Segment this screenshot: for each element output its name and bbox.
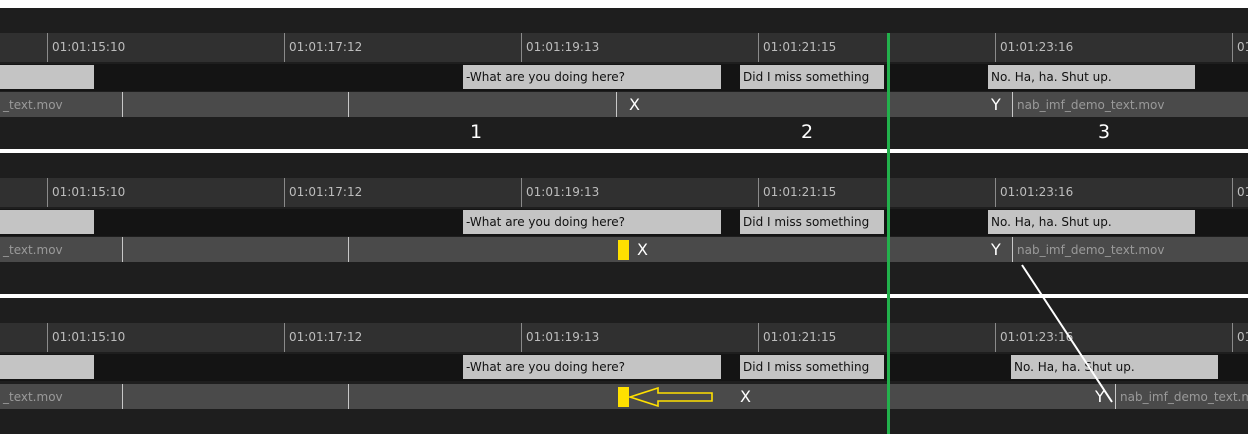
timecode-label: 01:01:23:16 [1000, 40, 1074, 54]
timecode-label: 01: [1237, 40, 1248, 54]
clip-divider[interactable] [1012, 237, 1013, 262]
ruler-tick [47, 178, 48, 207]
ruler-tick [284, 323, 285, 352]
timecode-label: 01: [1237, 185, 1248, 199]
ruler-tick [1232, 33, 1233, 62]
section-number: 3 [1098, 121, 1111, 143]
subtitle-track: -What are you doing here? Did I miss som… [0, 209, 1248, 236]
clip-label: nab_imf_demo_text.mov [1017, 98, 1165, 112]
timecode-label: 01:01:19:13 [526, 330, 600, 344]
ruler-tick [521, 178, 522, 207]
clip-divider[interactable] [1012, 92, 1013, 117]
video-track: _text.mov X Y nab_imf_demo_text.mov [0, 384, 1248, 409]
ruler-tick [47, 33, 48, 62]
clip-label: _text.mov [3, 243, 63, 257]
highlight-marker [618, 240, 629, 260]
timecode-label: 01:01:17:12 [289, 330, 363, 344]
marker-y: Y [991, 95, 1001, 114]
left-arrow-icon [628, 387, 713, 407]
subtitle-clip[interactable] [0, 65, 94, 89]
ruler-tick [995, 323, 996, 352]
ruler-tick [284, 178, 285, 207]
timecode-label: 01:01:15:10 [52, 330, 126, 344]
subtitle-clip[interactable]: No. Ha, ha. Shut up. [988, 65, 1195, 89]
timecode-ruler[interactable]: 01:01:15:10 01:01:17:12 01:01:19:13 01:0… [0, 178, 1248, 207]
subtitle-clip[interactable] [0, 355, 94, 379]
timecode-label: 01:01:23:16 [1000, 330, 1074, 344]
timecode-ruler[interactable]: 01:01:15:10 01:01:17:12 01:01:19:13 01:0… [0, 33, 1248, 62]
timecode-label: 01:01:21:15 [763, 185, 837, 199]
subtitle-clip[interactable]: Did I miss something [740, 210, 884, 234]
ruler-tick [758, 323, 759, 352]
video-track: _text.mov X Y nab_imf_demo_text.mov [0, 92, 1248, 117]
video-track: _text.mov X Y nab_imf_demo_text.mov [0, 237, 1248, 262]
clip-label: nab_imf_demo_text.mov [1017, 243, 1165, 257]
ruler-tick [521, 33, 522, 62]
ruler-tick [995, 33, 996, 62]
subtitle-clip[interactable]: -What are you doing here? [463, 210, 721, 234]
timecode-label: 01:01:15:10 [52, 185, 126, 199]
subtitle-clip[interactable]: -What are you doing here? [463, 355, 721, 379]
clip-divider[interactable] [122, 384, 123, 409]
clip-divider[interactable] [348, 237, 349, 262]
section-number: 1 [470, 121, 483, 143]
subtitle-track: -What are you doing here? Did I miss som… [0, 64, 1248, 91]
ruler-tick [758, 33, 759, 62]
clip-divider[interactable] [616, 92, 617, 117]
ruler-tick [47, 323, 48, 352]
clip-label: nab_imf_demo_text.mov [1120, 390, 1248, 404]
timecode-label: 01:01:15:10 [52, 40, 126, 54]
ruler-tick [521, 323, 522, 352]
subtitle-clip[interactable] [0, 210, 94, 234]
clip-divider[interactable] [122, 237, 123, 262]
timecode-label: 01:01:19:13 [526, 40, 600, 54]
clip-divider[interactable] [348, 92, 349, 117]
timeline-panel-2: 01:01:15:10 01:01:17:12 01:01:19:13 01:0… [0, 153, 1248, 294]
subtitle-clip[interactable]: Did I miss something [740, 355, 884, 379]
timecode-label: 01:01:23:16 [1000, 185, 1074, 199]
subtitle-clip[interactable]: Did I miss something [740, 65, 884, 89]
marker-x: X [637, 240, 648, 259]
ruler-tick [1232, 178, 1233, 207]
timecode-label: 01:01:21:15 [763, 330, 837, 344]
clip-divider[interactable] [348, 384, 349, 409]
subtitle-clip[interactable]: -What are you doing here? [463, 65, 721, 89]
ruler-tick [284, 33, 285, 62]
ruler-tick [995, 178, 996, 207]
subtitle-clip[interactable]: No. Ha, ha. Shut up. [1011, 355, 1218, 379]
timecode-label: 01:01:21:15 [763, 40, 837, 54]
timecode-label: 01:01:17:12 [289, 40, 363, 54]
subtitle-track: -What are you doing here? Did I miss som… [0, 354, 1248, 381]
marker-x: X [629, 95, 640, 114]
ruler-tick [758, 178, 759, 207]
timecode-label: 01: [1237, 330, 1248, 344]
clip-divider[interactable] [1115, 384, 1116, 409]
timecode-label: 01:01:19:13 [526, 185, 600, 199]
timecode-label: 01:01:17:12 [289, 185, 363, 199]
clip-label: _text.mov [3, 390, 63, 404]
subtitle-clip[interactable]: No. Ha, ha. Shut up. [988, 210, 1195, 234]
timeline-panel-1: 01:01:15:10 01:01:17:12 01:01:19:13 01:0… [0, 8, 1248, 149]
marker-y: Y [1095, 387, 1105, 406]
ruler-tick [1232, 323, 1233, 352]
playhead[interactable] [887, 33, 890, 434]
clip-label: _text.mov [3, 98, 63, 112]
timeline-panel-3: 01:01:15:10 01:01:17:12 01:01:19:13 01:0… [0, 298, 1248, 434]
marker-y: Y [991, 240, 1001, 259]
clip-divider[interactable] [122, 92, 123, 117]
marker-x: X [740, 387, 751, 406]
timecode-ruler[interactable]: 01:01:15:10 01:01:17:12 01:01:19:13 01:0… [0, 323, 1248, 352]
section-number: 2 [801, 121, 814, 143]
